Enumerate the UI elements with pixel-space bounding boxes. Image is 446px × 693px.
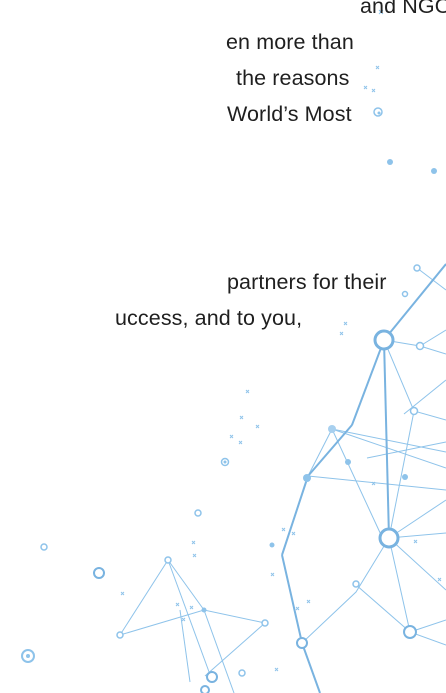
text-line: and NGOs, has [360,0,446,18]
body-paragraph-bottom: partners for their uccess, and to you, [0,264,387,336]
document-page: and NGOs, has en more than the reasons W… [0,0,446,693]
text-line: World’s Most [227,102,352,126]
text-line: partners for their [227,270,387,294]
body-paragraph-top: and NGOs, has en more than the reasons W… [0,0,446,132]
text-line: uccess, and to you, [115,306,303,330]
text-line: the reasons [236,66,350,90]
text-line: en more than [226,30,354,54]
